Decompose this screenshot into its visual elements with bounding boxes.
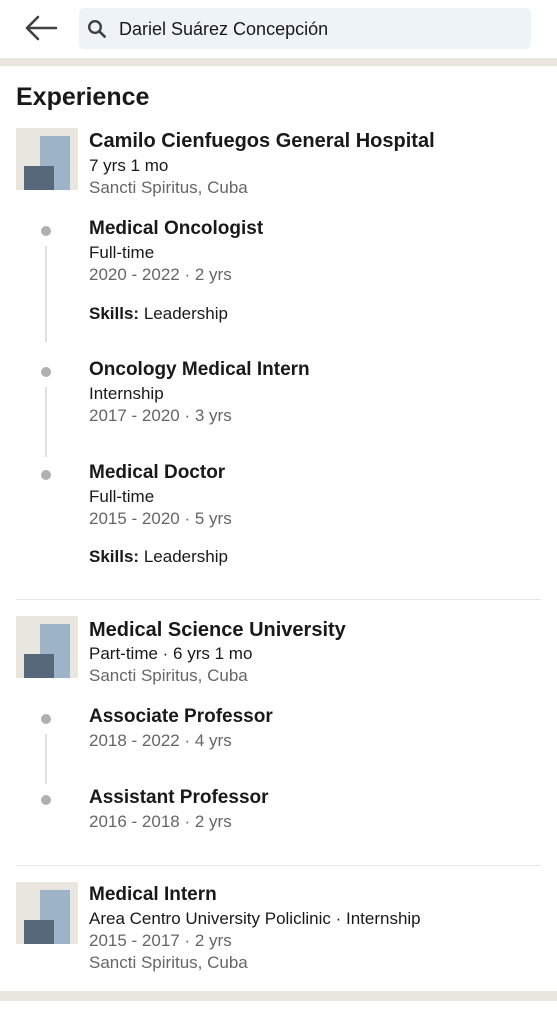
company-location: Sancti Spiritus, Cuba	[89, 666, 248, 685]
company-location: Sancti Spiritus, Cuba	[89, 953, 248, 972]
role-title[interactable]: Medical Doctor	[89, 462, 225, 484]
top-bar: Dariel Suárez Concepción	[0, 0, 557, 58]
timeline-dot	[41, 470, 51, 480]
company-name[interactable]: Camilo Cienfuegos General Hospital	[89, 130, 435, 153]
role-dates: 2016 - 2018 · 2 yrs	[89, 812, 232, 831]
section-separator	[0, 991, 557, 1001]
search-input[interactable]: Dariel Suárez Concepción	[79, 8, 531, 49]
timeline-dot	[41, 367, 51, 377]
section-separator	[0, 58, 557, 66]
company-duration: Part-time · 6 yrs 1 mo	[89, 644, 253, 663]
skills-label: Skills:	[89, 547, 140, 566]
company-duration: 7 yrs 1 mo	[89, 156, 169, 175]
company-logo-icon[interactable]	[16, 128, 78, 190]
timeline-dot	[41, 714, 51, 724]
role-type: Full-time	[89, 243, 155, 262]
role-dates: 2018 - 2022 · 4 yrs	[89, 731, 232, 750]
role-type: Full-time	[89, 487, 155, 506]
timeline-line	[45, 734, 47, 784]
role-title[interactable]: Assistant Professor	[89, 787, 269, 809]
skills-label: Skills:	[89, 304, 140, 323]
timeline-line	[45, 246, 47, 342]
company-name[interactable]: Medical Science University	[89, 619, 346, 642]
timeline-dot	[41, 226, 51, 236]
role-title[interactable]: Medical Intern	[89, 884, 217, 906]
role-dates: 2015 - 2017 · 2 yrs	[89, 931, 232, 950]
search-query-text[interactable]: Dariel Suárez Concepción	[119, 19, 328, 40]
role-dates: 2020 - 2022 · 2 yrs	[89, 265, 232, 284]
role-dates: 2017 - 2020 · 3 yrs	[89, 406, 232, 425]
skills-value: Leadership	[143, 547, 228, 566]
role-type: Internship	[89, 384, 164, 403]
role-skills[interactable]: Skills: Leadership	[89, 547, 228, 567]
timeline-dot	[41, 795, 51, 805]
search-icon	[87, 19, 107, 39]
back-arrow-icon[interactable]	[22, 12, 60, 44]
company-location: Sancti Spiritus, Cuba	[89, 178, 248, 197]
section-title: Experience	[16, 83, 150, 111]
company-logo-icon[interactable]	[16, 616, 78, 678]
company-subtitle[interactable]: Area Centro University Policlinic · Inte…	[89, 909, 421, 929]
role-title[interactable]: Oncology Medical Intern	[89, 359, 310, 381]
role-dates: 2015 - 2020 · 5 yrs	[89, 509, 232, 528]
entry-divider	[16, 599, 541, 600]
role-title[interactable]: Associate Professor	[89, 706, 273, 728]
entry-divider	[16, 865, 541, 866]
timeline-line	[45, 387, 47, 457]
role-skills[interactable]: Skills: Leadership	[89, 304, 228, 324]
skills-value: Leadership	[143, 304, 228, 323]
company-logo-icon[interactable]	[16, 882, 78, 944]
role-title[interactable]: Medical Oncologist	[89, 218, 263, 240]
